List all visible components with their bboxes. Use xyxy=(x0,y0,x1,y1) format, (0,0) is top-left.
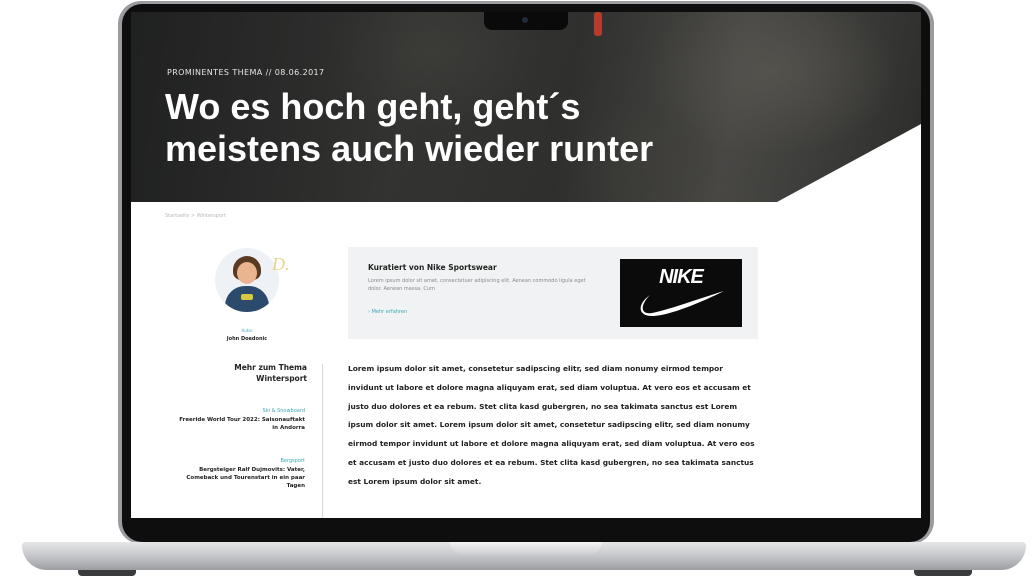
related-category: Bergsport xyxy=(280,458,305,464)
related-item[interactable]: Bergsport Bergsteiger Ralf Dujmovits: Va… xyxy=(175,458,305,490)
sponsor-text: Lorem ipsum dolor sit amet, consectetuer… xyxy=(368,278,586,292)
related-headline[interactable]: Bergsteiger Ralf Dujmovits: Vater, Comeb… xyxy=(175,466,305,490)
article-title: Wo es hoch geht, geht´s meistens auch wi… xyxy=(165,86,654,169)
related-category: Ski & Snowboard xyxy=(262,408,305,414)
swoosh-icon xyxy=(640,291,724,317)
nike-logo[interactable]: NIKE xyxy=(620,259,742,327)
author-avatar[interactable] xyxy=(215,248,279,312)
related-heading: Mehr zum Thema Wintersport xyxy=(234,363,307,383)
article-kicker: PROMINENTES THEMA // 08.06.2017 xyxy=(167,68,325,77)
avatar-emblem xyxy=(241,294,253,300)
laptop-opening-groove xyxy=(450,542,602,554)
camera-icon xyxy=(522,17,528,23)
author-role: Autor xyxy=(241,328,253,333)
author-name[interactable]: John Doedonic xyxy=(215,336,279,342)
sponsor-link-label[interactable]: Mehr erfahren xyxy=(372,309,408,315)
related-headline[interactable]: Freeride World Tour 2022: Saisonauftakt … xyxy=(175,416,305,432)
related-item[interactable]: Ski & Snowboard Freeride World Tour 2022… xyxy=(175,408,305,432)
sponsor-link[interactable]: › Mehr erfahren xyxy=(368,309,407,315)
article-body: Lorem ipsum dolor sit amet, consetetur s… xyxy=(348,364,755,486)
avatar-decoration: D. xyxy=(272,254,290,274)
sponsor-box: Kuratiert von Nike Sportswear Lorem ipsu… xyxy=(348,247,758,339)
laptop-foot xyxy=(914,570,972,576)
laptop-foot xyxy=(78,570,136,576)
laptop-screen: PROMINENTES THEMA // 08.06.2017 Wo es ho… xyxy=(131,12,921,518)
avatar-face xyxy=(237,262,257,284)
sponsor-title: Kuratiert von Nike Sportswear xyxy=(368,263,497,272)
breadcrumb[interactable]: Startseite > Wintersport xyxy=(165,213,226,219)
sidebar-divider xyxy=(322,364,323,518)
nike-logo-text: NIKE xyxy=(659,266,704,288)
